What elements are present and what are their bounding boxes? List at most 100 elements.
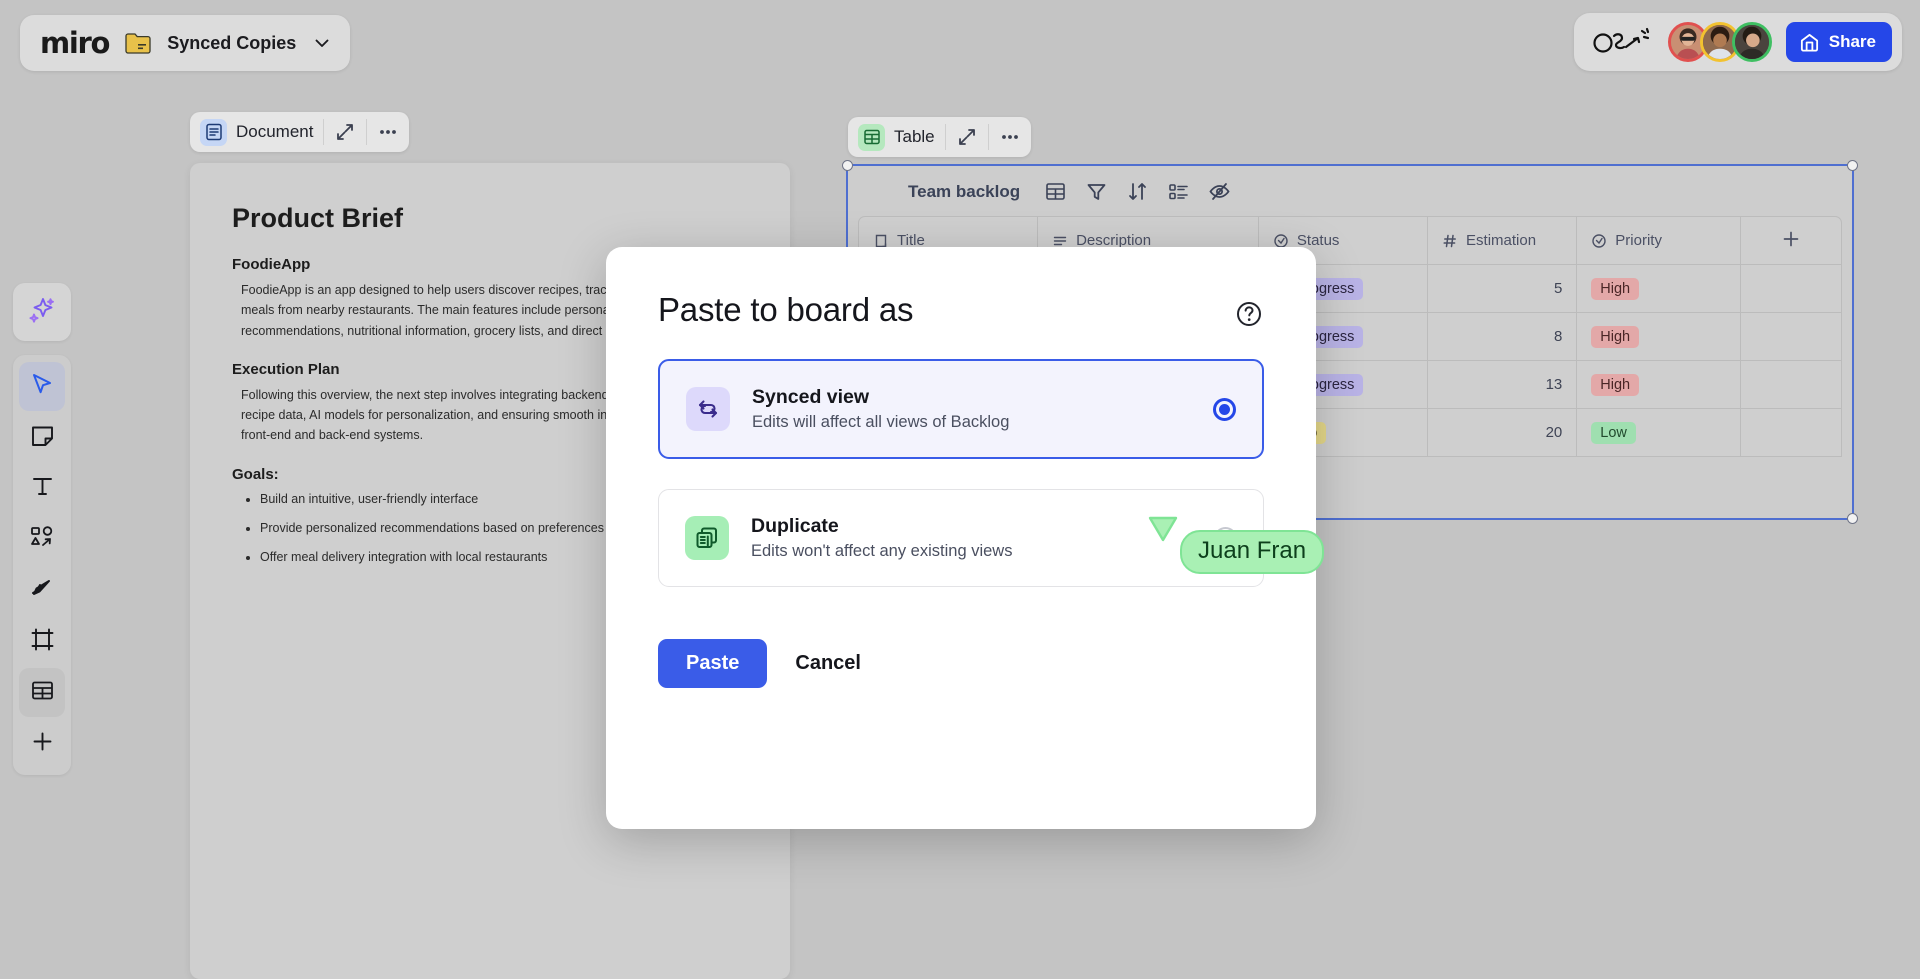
option-description: Edits won't affect any existing views — [751, 542, 1013, 560]
sticky-note-tool[interactable] — [19, 413, 65, 462]
share-button[interactable]: Share — [1785, 22, 1892, 62]
option-synced-view[interactable]: Synced view Edits will affect all views … — [658, 359, 1264, 459]
number-hash-icon — [1442, 233, 1458, 249]
board-header-right: Share — [1573, 13, 1902, 71]
plus-icon — [1781, 229, 1801, 253]
column-header-label: Estimation — [1466, 232, 1537, 249]
option-description: Edits will affect all views of Backlog — [752, 413, 1010, 431]
select-tool[interactable] — [19, 362, 65, 411]
table-more-button[interactable] — [989, 117, 1031, 157]
document-expand-button[interactable] — [324, 112, 366, 152]
priority-badge: High — [1591, 277, 1640, 300]
option-name: Duplicate — [751, 515, 839, 537]
text-tool[interactable] — [19, 464, 65, 513]
remote-cursor-label: Juan Fran — [1180, 530, 1325, 574]
expand-icon — [956, 126, 978, 148]
table-view-header: Team backlog — [848, 166, 1852, 216]
shapes-icon — [29, 524, 55, 555]
sync-arrows-icon — [686, 387, 730, 431]
frame-icon — [30, 627, 55, 657]
cell-empty — [1741, 265, 1841, 312]
paste-button[interactable]: Paste — [658, 639, 768, 688]
scribble-annotation-icon[interactable] — [1592, 25, 1654, 59]
column-header-priority[interactable]: Priority — [1577, 217, 1742, 264]
pen-icon — [29, 575, 55, 606]
resize-handle-bottom-right[interactable] — [1847, 513, 1858, 524]
board-header-left: miro Synced Copies — [20, 15, 351, 71]
cell-empty — [1741, 409, 1841, 456]
group-icon[interactable] — [1167, 180, 1190, 203]
table-view-icon[interactable] — [1044, 180, 1067, 203]
pen-tool[interactable] — [19, 566, 65, 615]
cell-priority[interactable]: Low — [1577, 409, 1742, 456]
sidebar-item-ai-sparkle[interactable] — [13, 283, 71, 341]
document-widget-toolbar: Document — [190, 112, 410, 152]
avatar[interactable] — [1731, 22, 1772, 62]
folder-icon — [125, 32, 151, 54]
resize-handle-top-right[interactable] — [1847, 160, 1858, 171]
cell-priority[interactable]: High — [1577, 361, 1742, 408]
cell-priority[interactable]: High — [1577, 313, 1742, 360]
option-name: Synced view — [752, 386, 870, 408]
miro-board-app: miro Synced Copies Share Document Produc… — [0, 0, 1920, 979]
miro-logo[interactable]: miro — [40, 26, 110, 60]
filter-icon[interactable] — [1085, 180, 1108, 203]
priority-badge: High — [1591, 373, 1640, 396]
table-widget-toolbar: Table — [848, 117, 1031, 157]
sort-icon[interactable] — [1126, 180, 1149, 203]
cell-empty — [1741, 313, 1841, 360]
cancel-button[interactable]: Cancel — [785, 639, 871, 688]
help-question-icon[interactable] — [1234, 291, 1264, 329]
column-header-estimation[interactable]: Estimation — [1428, 217, 1578, 264]
add-column-button[interactable] — [1741, 217, 1841, 264]
document-more-button[interactable] — [367, 112, 409, 152]
chevron-down-icon[interactable] — [312, 33, 332, 53]
column-header-label: Priority — [1615, 232, 1662, 249]
cell-estimation[interactable]: 20 — [1428, 409, 1578, 456]
share-button-label: Share — [1828, 32, 1876, 51]
table-grid-icon — [30, 678, 55, 708]
single-select-icon — [1591, 233, 1607, 249]
cell-priority[interactable]: High — [1577, 265, 1742, 312]
cell-empty — [1741, 361, 1841, 408]
option-text: Duplicate Edits won't affect any existin… — [751, 515, 1192, 561]
plus-icon — [30, 729, 55, 759]
tool-rail — [13, 355, 71, 775]
shapes-tool[interactable] — [19, 515, 65, 564]
cursor-arrow-icon — [29, 371, 55, 402]
priority-badge: Low — [1591, 421, 1636, 444]
table-expand-button[interactable] — [946, 117, 988, 157]
resize-handle-top-left[interactable] — [842, 160, 853, 171]
board-name[interactable]: Synced Copies — [167, 33, 296, 54]
hide-fields-icon[interactable] — [1208, 180, 1231, 203]
table-widget-type[interactable]: Table — [848, 117, 945, 157]
table-tool[interactable] — [19, 668, 65, 717]
sparkle-icon — [27, 295, 57, 330]
frame-tool[interactable] — [19, 617, 65, 666]
sticky-note-icon — [30, 423, 55, 453]
more-apps-tool[interactable] — [19, 719, 65, 768]
modal-title: Paste to board as — [658, 291, 914, 328]
document-widget-label: Document — [236, 122, 314, 141]
radio-synced-view[interactable] — [1213, 397, 1236, 421]
expand-icon — [334, 121, 356, 143]
duplicate-copies-icon — [685, 516, 729, 560]
cell-estimation[interactable]: 13 — [1428, 361, 1578, 408]
document-widget-type[interactable]: Document — [190, 112, 323, 152]
table-grid-icon — [858, 123, 885, 151]
modal-actions: Paste Cancel — [658, 639, 1264, 688]
cell-estimation[interactable]: 8 — [1428, 313, 1578, 360]
priority-badge: High — [1591, 325, 1640, 348]
remote-cursor: Juan Fran — [1148, 516, 1325, 574]
collaborator-avatars — [1667, 22, 1772, 62]
cell-estimation[interactable]: 5 — [1428, 265, 1578, 312]
document-icon — [200, 118, 227, 146]
table-widget-label: Table — [894, 127, 935, 146]
share-board-icon — [1799, 32, 1820, 53]
table-view-name[interactable]: Team backlog — [908, 182, 1020, 202]
page-title: Product Brief — [232, 203, 404, 233]
cursor-arrow-icon — [1148, 516, 1178, 544]
more-dots-icon — [999, 126, 1021, 148]
option-text: Synced view Edits will affect all views … — [752, 386, 1191, 432]
more-dots-icon — [377, 121, 399, 143]
